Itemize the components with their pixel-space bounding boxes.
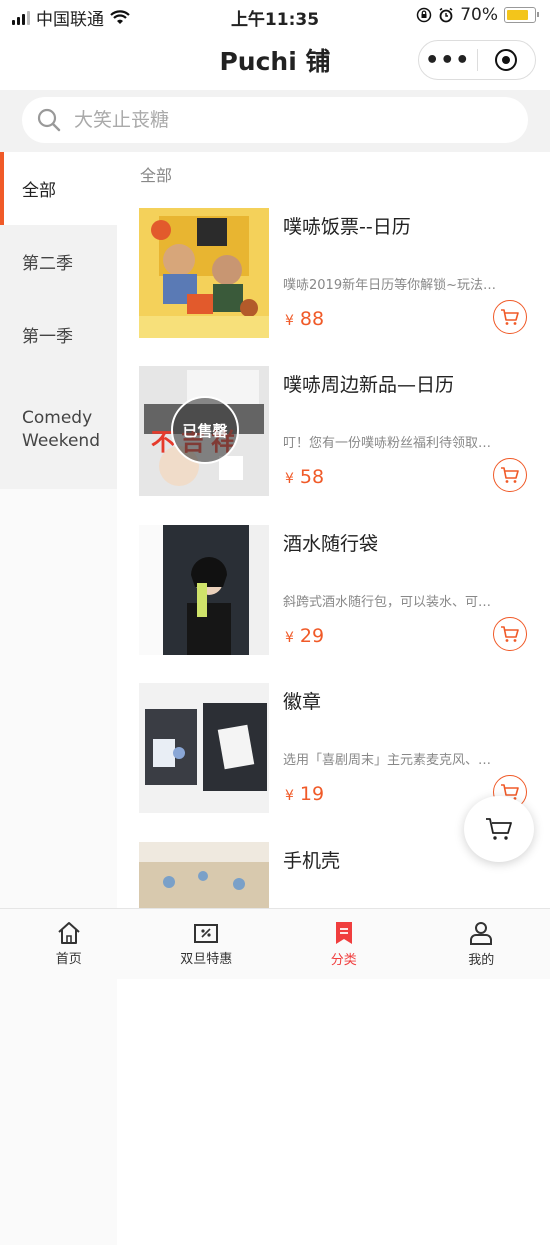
sidebar-item-label: Comedy Weekend	[22, 407, 109, 453]
sidebar-item-comedy-weekend[interactable]: Comedy Weekend	[0, 371, 117, 489]
sold-out-label: 已售罄	[182, 420, 227, 441]
product-name[interactable]: 手机壳	[283, 846, 340, 873]
sidebar-item-label: 第二季	[22, 249, 73, 274]
product-image[interactable]: 不吉祥 已售罄	[139, 366, 269, 496]
tab-label: 我的	[468, 949, 494, 968]
product-card[interactable]: 不吉祥 已售罄 噗哧周边新品—日历 叮！您有一份噗哧粉丝福利待领取… ¥58	[117, 366, 550, 524]
add-to-cart-button[interactable]	[493, 300, 527, 334]
discount-ticket-icon	[193, 921, 219, 945]
search-bar	[0, 90, 550, 152]
currency-symbol: ¥	[285, 788, 294, 804]
alarm-icon	[438, 7, 454, 23]
orientation-lock-icon	[416, 7, 432, 23]
cart-icon	[485, 817, 513, 841]
product-name[interactable]: 噗哧周边新品—日历	[283, 370, 454, 397]
currency-symbol: ¥	[285, 313, 294, 329]
product-card[interactable]: 酒水随行袋 斜跨式酒水随行包，可以装水、可… ¥29	[117, 525, 550, 683]
status-bar: 中国联通 上午11:35 70%	[0, 0, 550, 30]
close-miniprogram-button[interactable]	[478, 49, 536, 71]
miniprogram-capsule: •••	[418, 40, 536, 80]
product-image[interactable]	[139, 525, 269, 655]
battery-icon	[504, 7, 536, 23]
tab-bar: 首页 双旦特惠 分类 我的	[0, 908, 550, 979]
sold-out-badge: 已售罄	[171, 396, 239, 464]
sidebar-item-season-two[interactable]: 第二季	[0, 225, 117, 298]
sidebar-item-label: 全部	[22, 176, 56, 201]
sidebar-empty-area	[0, 489, 117, 1245]
add-to-cart-button[interactable]	[493, 617, 527, 651]
target-icon	[495, 49, 517, 71]
category-sidebar: 全部 第二季 第一季 Comedy Weekend	[0, 152, 117, 908]
tab-label: 双旦特惠	[180, 948, 232, 967]
sidebar-item-season-one[interactable]: 第一季	[0, 298, 117, 371]
product-image[interactable]	[139, 208, 269, 338]
cart-icon	[500, 308, 520, 326]
product-price: ¥58	[285, 466, 324, 488]
sidebar-item-label: 第一季	[22, 322, 73, 347]
product-name[interactable]: 噗哧饭票--日历	[283, 212, 411, 239]
nav-bar: Puchi 铺 •••	[0, 30, 550, 90]
cart-icon	[500, 625, 520, 643]
product-desc: 叮！您有一份噗哧粉丝福利待领取…	[283, 432, 521, 451]
product-name[interactable]: 酒水随行袋	[283, 529, 378, 556]
currency-symbol: ¥	[285, 471, 294, 487]
tab-label: 首页	[56, 948, 82, 967]
section-title: 全部	[140, 162, 172, 186]
currency-symbol: ¥	[285, 630, 294, 646]
product-price: ¥29	[285, 625, 324, 647]
product-desc: 选用「喜剧周末」主元素麦克风、…	[283, 749, 521, 768]
tab-category[interactable]: 分类	[275, 909, 413, 979]
category-bookmark-icon	[332, 920, 356, 946]
product-price: ¥88	[285, 308, 324, 330]
product-desc: 噗哧2019新年日历等你解锁~玩法…	[283, 274, 521, 293]
home-icon	[56, 921, 82, 945]
tab-home[interactable]: 首页	[0, 909, 138, 979]
search-box[interactable]	[22, 97, 528, 143]
profile-icon	[468, 920, 494, 946]
search-input[interactable]	[72, 108, 496, 132]
product-price: ¥19	[285, 783, 324, 805]
tab-profile[interactable]: 我的	[413, 909, 550, 979]
battery-percent: 70%	[460, 5, 498, 25]
product-image[interactable]	[139, 683, 269, 813]
floating-cart-button[interactable]	[464, 796, 534, 862]
tab-holiday-deals[interactable]: 双旦特惠	[138, 909, 276, 979]
product-desc: 斜跨式酒水随行包，可以装水、可…	[283, 591, 521, 610]
product-card[interactable]: 噗哧饭票--日历 噗哧2019新年日历等你解锁~玩法… ¥88	[117, 208, 550, 366]
cart-icon	[500, 466, 520, 484]
sidebar-item-all[interactable]: 全部	[0, 152, 117, 225]
product-image[interactable]	[139, 842, 269, 908]
product-list: 全部 噗哧饭票--日历 噗哧2019新年日历等你解锁~玩法… ¥88	[117, 152, 550, 908]
tab-label: 分类	[331, 949, 357, 968]
more-menu-button[interactable]: •••	[419, 48, 477, 73]
add-to-cart-button[interactable]	[493, 458, 527, 492]
search-icon	[36, 107, 62, 133]
product-name[interactable]: 徽章	[283, 687, 321, 714]
